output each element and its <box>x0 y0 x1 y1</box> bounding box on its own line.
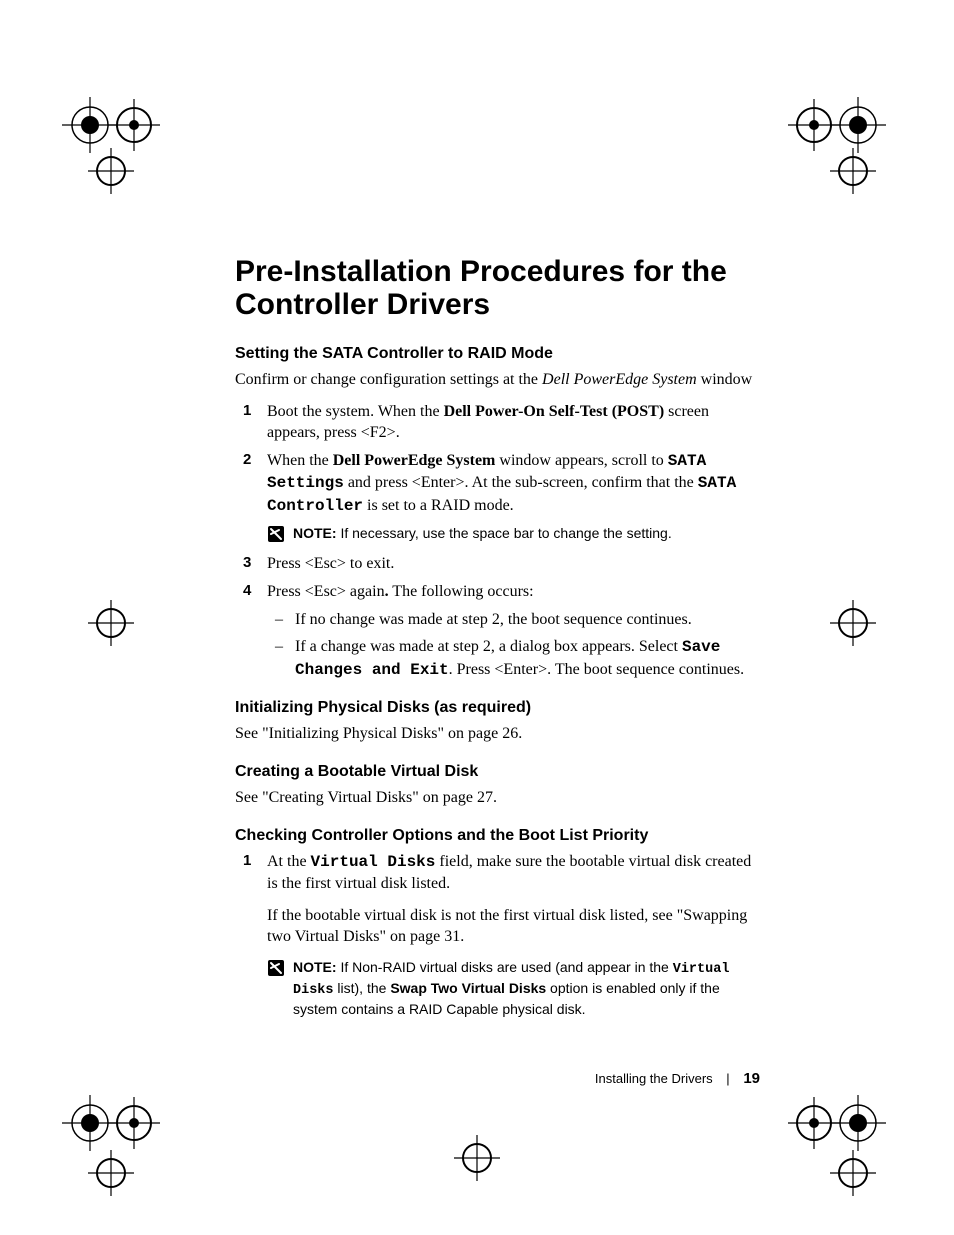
crosshair-icon <box>88 1150 134 1196</box>
heading-sata-raid: Setting the SATA Controller to RAID Mode <box>235 345 760 363</box>
text-italic: Dell PowerEdge System <box>542 371 697 388</box>
text-bold: Dell Power-On Self-Test (POST) <box>444 403 665 420</box>
text: If a change was made at step 2, a dialog… <box>295 638 682 655</box>
note-icon <box>267 525 285 548</box>
text: Press <Esc> to exit. <box>267 555 394 572</box>
step-item: Boot the system. When the Dell Power-On … <box>235 401 760 444</box>
page-title: Pre-Installation Procedures for the Cont… <box>235 255 760 321</box>
text: and press <Enter>. At the sub-screen, co… <box>344 474 698 491</box>
note-icon <box>267 959 285 982</box>
step-list: Boot the system. When the Dell Power-On … <box>235 401 760 682</box>
step-item: Press <Esc> again. The following occurs:… <box>235 581 760 681</box>
crosshair-icon <box>830 148 876 194</box>
text: If necessary, use the space bar to chang… <box>337 525 672 541</box>
text: Boot the system. When the <box>267 403 444 420</box>
heading-boot-priority: Checking Controller Options and the Boot… <box>235 827 760 845</box>
text: . Press <Enter>. The boot sequence conti… <box>449 661 744 678</box>
text: The following occurs: <box>389 583 534 600</box>
text-bold: Swap Two Virtual Disks <box>390 980 546 996</box>
text: At the <box>267 853 311 870</box>
crosshair-icon <box>454 1135 500 1181</box>
heading-init-disks: Initializing Physical Disks (as required… <box>235 699 760 717</box>
crosshair-icon <box>830 600 876 646</box>
body-text: See "Initializing Physical Disks" on pag… <box>235 723 760 745</box>
body-text: If the bootable virtual disk is not the … <box>267 905 760 948</box>
note-label: NOTE: <box>293 959 337 975</box>
body-text: See "Creating Virtual Disks" on page 27. <box>235 787 760 809</box>
note: NOTE: If necessary, use the space bar to… <box>267 524 760 548</box>
text: When the <box>267 452 333 469</box>
note-text: NOTE: If Non-RAID virtual disks are used… <box>293 958 760 1019</box>
text: is set to a RAID mode. <box>363 497 514 514</box>
text: window appears, scroll to <box>495 452 667 469</box>
heading-bootable-vd: Creating a Bootable Virtual Disk <box>235 763 760 781</box>
footer-section: Installing the Drivers <box>595 1071 713 1086</box>
text: If Non-RAID virtual disks are used (and … <box>337 959 673 975</box>
text: Press <Esc> again <box>267 583 385 600</box>
crop-mark-icon <box>830 97 886 153</box>
footer-separator: | <box>726 1071 729 1086</box>
note-label: NOTE: <box>293 525 337 541</box>
crop-mark-icon <box>106 1095 162 1151</box>
page-footer: Installing the Drivers | 19 <box>0 1070 760 1087</box>
sub-list: If no change was made at step 2, the boo… <box>267 609 760 682</box>
text-bold: Dell PowerEdge System <box>333 452 496 469</box>
step-item: Press <Esc> to exit. <box>235 553 760 575</box>
crosshair-icon <box>88 600 134 646</box>
text-mono: Virtual Disks <box>311 853 436 871</box>
page-number: 19 <box>743 1070 760 1087</box>
list-item: If no change was made at step 2, the boo… <box>267 609 760 631</box>
crop-mark-icon <box>830 1095 886 1151</box>
text: If no change was made at step 2, the boo… <box>295 611 692 628</box>
text: Confirm or change configuration settings… <box>235 371 542 388</box>
page-content: Pre-Installation Procedures for the Cont… <box>235 255 760 1027</box>
note: NOTE: If Non-RAID virtual disks are used… <box>267 958 760 1019</box>
step-item: When the Dell PowerEdge System window ap… <box>235 450 760 548</box>
crop-mark-icon <box>106 97 162 153</box>
list-item: If a change was made at step 2, a dialog… <box>267 636 760 681</box>
step-list: At the Virtual Disks field, make sure th… <box>235 851 760 1020</box>
crosshair-icon <box>88 148 134 194</box>
intro-text: Confirm or change configuration settings… <box>235 369 760 391</box>
crosshair-icon <box>830 1150 876 1196</box>
text: window <box>697 371 753 388</box>
page: Pre-Installation Procedures for the Cont… <box>0 0 954 1235</box>
step-item: At the Virtual Disks field, make sure th… <box>235 851 760 1020</box>
text: list), the <box>334 980 391 996</box>
note-text: NOTE: If necessary, use the space bar to… <box>293 524 672 543</box>
